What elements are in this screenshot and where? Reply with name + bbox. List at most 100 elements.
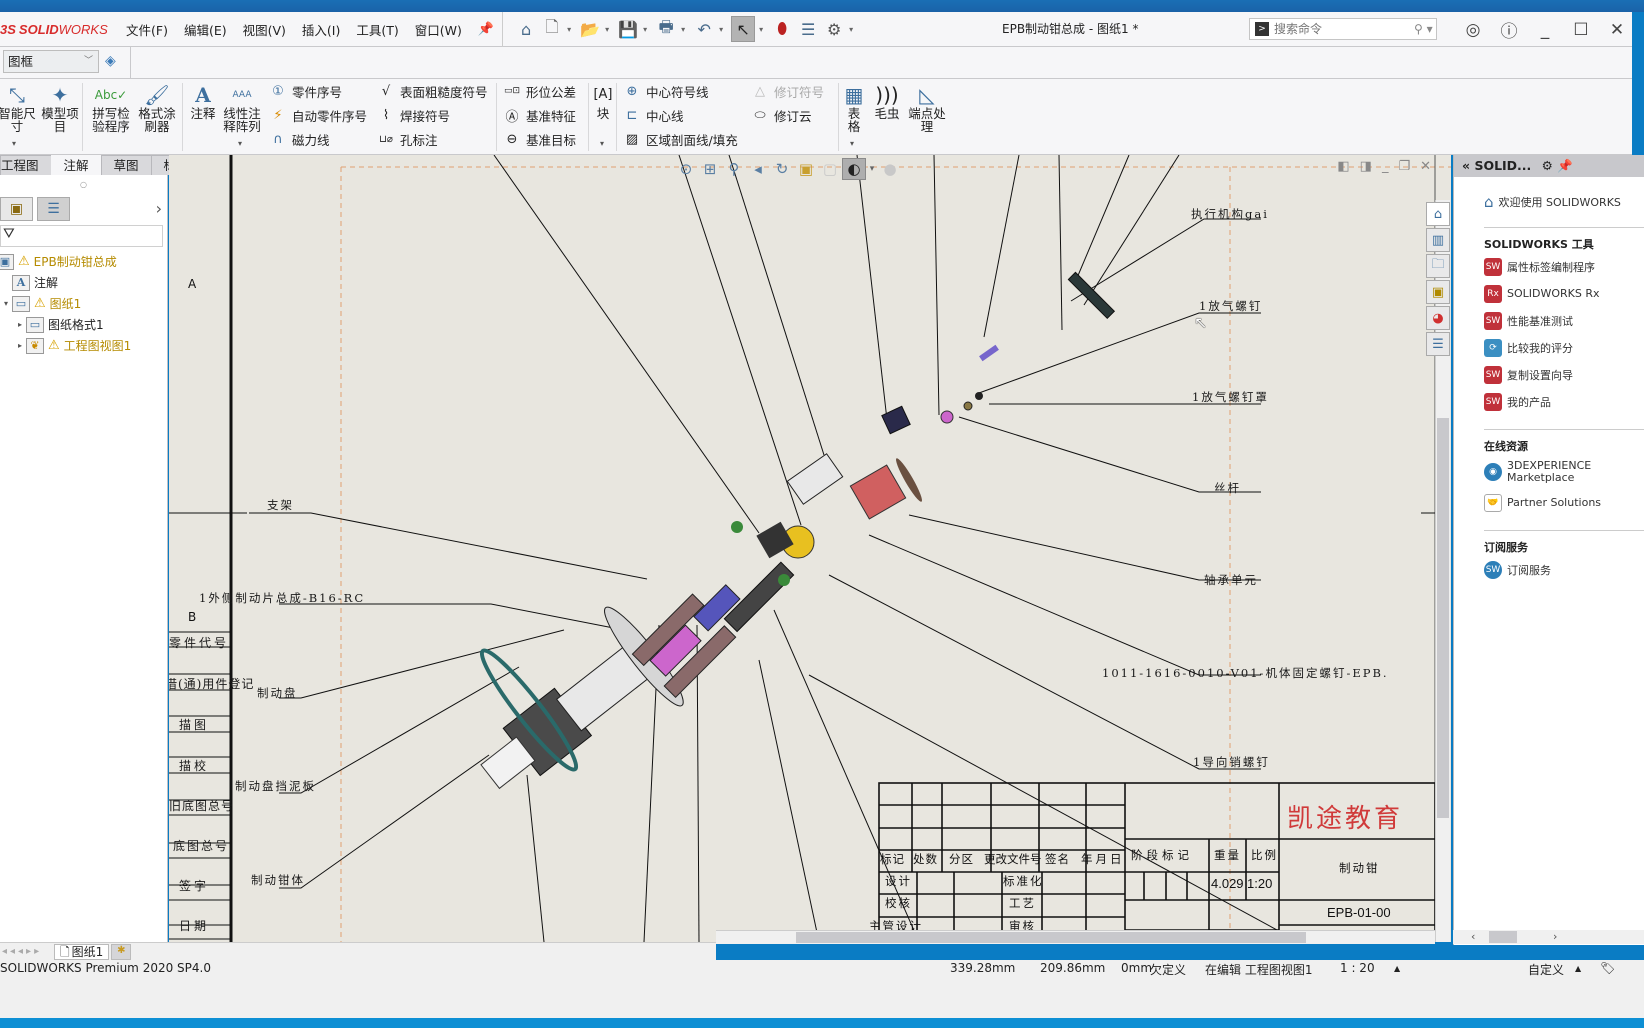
datum-target-button[interactable]: ⊖ 基准目标 xyxy=(502,129,576,149)
gdt-button[interactable]: ▭⊡ 形位公差 xyxy=(502,81,576,101)
tool-compare-score[interactable]: ⟳ 比较我的评分 xyxy=(1484,334,1644,361)
help-icon[interactable]: ⓘ xyxy=(1491,17,1527,42)
horizontal-scrollbar[interactable] xyxy=(716,930,1435,944)
revision-cloud-button[interactable]: ⬭ 修订云 xyxy=(750,105,811,125)
select-cursor-icon[interactable]: ↖ xyxy=(731,16,756,42)
end-treatment-button[interactable]: ◺ 端点处理 xyxy=(906,83,948,133)
note-button[interactable]: A 注释 xyxy=(188,83,218,120)
zoom-in-out-icon[interactable]: ⚲ xyxy=(722,158,746,180)
hide-show-items-icon[interactable]: ◐ xyxy=(842,158,866,180)
scroll-thumb[interactable] xyxy=(1489,931,1517,943)
block-button[interactable]: [A] 块 xyxy=(592,83,614,120)
note-bearing-unit[interactable]: 轴承单元 xyxy=(1204,572,1258,588)
layer-select[interactable]: 图框 ﹀ xyxy=(3,50,99,73)
tab-annotation[interactable]: 注解 xyxy=(50,155,102,175)
print-dropdown[interactable]: ▾ xyxy=(681,25,685,34)
menu-file[interactable]: 文件(F) xyxy=(118,20,176,39)
smart-dimension-button[interactable]: ⤡ 智能尺寸 xyxy=(0,83,36,133)
search-icon[interactable]: ⚲ ▾ xyxy=(1414,22,1433,36)
canvas-close-button[interactable]: ✕ xyxy=(1420,159,1431,174)
canvas-minimize-button[interactable]: _ xyxy=(1382,159,1389,174)
previous-view-icon[interactable]: ◂ xyxy=(746,158,770,180)
linear-note-pattern-dropdown[interactable]: ▾ xyxy=(238,139,242,148)
revision-symbol-button[interactable]: △ 修订符号 xyxy=(750,81,824,101)
menu-edit[interactable]: 编辑(E) xyxy=(176,20,235,39)
property-manager-tab-icon[interactable]: ☰ xyxy=(37,197,70,221)
open-dropdown[interactable]: ▾ xyxy=(605,25,609,34)
linear-note-pattern-button[interactable]: AAA 线性注释阵列 xyxy=(222,83,262,133)
table-button[interactable]: ▦ 表格 xyxy=(842,83,866,133)
note-brake-disc[interactable]: 制动盘 xyxy=(257,685,298,701)
note-spindle[interactable]: 丝杆 xyxy=(1214,480,1241,496)
maximize-button[interactable]: ☐ xyxy=(1563,20,1599,40)
note-body-fixing-screw[interactable]: 1011-1616-0010-V01-机体固定螺钉-EPB. xyxy=(1102,665,1389,681)
rebuild-traffic-light-icon[interactable]: ⬮ xyxy=(771,18,793,40)
options-gear-icon[interactable]: ⚙ xyxy=(823,18,845,40)
zoom-to-area-icon[interactable]: ⊞ xyxy=(698,158,722,180)
view-settings-icon[interactable]: ▣ xyxy=(794,158,818,180)
home-icon[interactable]: ⌂ xyxy=(515,18,537,40)
tree-item-root[interactable]: ▣ ⚠ EPB制动钳总成 xyxy=(0,251,168,272)
link-partner-solutions[interactable]: 🤝 Partner Solutions xyxy=(1484,489,1644,516)
note-bracket[interactable]: 支架 xyxy=(267,497,294,513)
note-bleed-screw[interactable]: 1放气螺钉 xyxy=(1199,298,1262,314)
search-commands[interactable]: > ⚲ ▾ xyxy=(1249,18,1437,40)
print-icon[interactable]: 🖶 xyxy=(655,17,677,40)
file-explorer-tab-icon[interactable]: 🗀 xyxy=(1426,254,1450,278)
options-dropdown[interactable]: ▾ xyxy=(849,25,853,34)
hairline-button[interactable]: ))) 毛虫 xyxy=(872,83,902,120)
surface-finish-button[interactable]: √ 表面粗糙度符号 xyxy=(376,81,488,101)
scroll-right-icon[interactable]: › xyxy=(1553,930,1557,943)
feature-manager-tab-icon[interactable]: ▣ xyxy=(0,197,33,221)
canvas-restore-button[interactable]: ❐ xyxy=(1398,159,1410,174)
tool-solidworks-rx[interactable]: Rx SOLIDWORKS Rx xyxy=(1484,280,1644,307)
account-icon[interactable]: ◎ xyxy=(1455,20,1491,40)
tool-copy-settings-wizard[interactable]: SW 复制设置向导 xyxy=(1484,361,1644,388)
menu-view[interactable]: 视图(V) xyxy=(235,20,294,39)
next-sheet-icon[interactable]: ◨ xyxy=(1360,159,1372,174)
scale-up-arrow-icon[interactable]: ▲ xyxy=(1394,964,1400,973)
task-pane-scrollbar[interactable]: ‹ › xyxy=(1453,930,1644,944)
expand-icon[interactable]: ▸ xyxy=(14,320,26,329)
undo-icon[interactable]: ↶ xyxy=(693,18,715,40)
open-folder-icon[interactable]: 📂 xyxy=(579,18,601,40)
model-items-button[interactable]: ✦ 模型项目 xyxy=(40,83,80,133)
spell-check-button[interactable]: Abc✓ 拼写检验程序 xyxy=(90,83,132,133)
note-disc-dust-shield[interactable]: 制动盘挡泥板 xyxy=(235,778,316,794)
collapse-pane-icon[interactable]: « xyxy=(1462,158,1470,173)
zoom-to-fit-icon[interactable]: ⊙ xyxy=(674,158,698,180)
format-painter-button[interactable]: 🖌 格式涂刷器 xyxy=(136,83,178,133)
tree-item-sheet[interactable]: ▾ ▭ ⚠ 图纸1 xyxy=(0,293,168,314)
save-icon[interactable]: 💾 xyxy=(617,18,639,40)
datum-feature-button[interactable]: Ⓐ 基准特征 xyxy=(502,105,576,125)
menu-window[interactable]: 窗口(W) xyxy=(407,20,470,39)
appearance-icon[interactable]: ● xyxy=(878,158,902,180)
save-dropdown[interactable]: ▾ xyxy=(643,25,647,34)
tab-sketch[interactable]: 草图 xyxy=(100,155,152,175)
magnetic-line-button[interactable]: ∩ 磁力线 xyxy=(268,129,329,149)
panel-grip[interactable]: ○ xyxy=(0,175,167,195)
rebuild-icon[interactable]: ↻ xyxy=(770,158,794,180)
area-hatch-button[interactable]: ▨ 区域剖面线/填充 xyxy=(622,129,738,149)
tab-drawing[interactable]: 工程图 xyxy=(0,155,52,175)
pin-menu-icon[interactable]: 📌 xyxy=(478,22,494,37)
link-3dexperience-marketplace[interactable]: ◉ 3DEXPERIENCE Marketplace xyxy=(1484,455,1644,489)
design-library-tab-icon[interactable]: ▥ xyxy=(1426,228,1450,252)
tool-my-products[interactable]: SW 我的产品 xyxy=(1484,388,1644,415)
hole-callout-button[interactable]: ⊔⌀ 孔标注 xyxy=(376,129,437,149)
tool-property-tab-builder[interactable]: SW 属性标签编制程序 xyxy=(1484,253,1644,280)
appearances-tab-icon[interactable]: ◕ xyxy=(1426,306,1450,330)
tree-item-annotations[interactable]: A 注解 xyxy=(0,272,168,293)
solidworks-logo[interactable]: 3S SOLID WORKS xyxy=(0,22,118,37)
note-actuator-cap[interactable]: 执行机构gai xyxy=(1191,206,1269,222)
expand-icon[interactable]: ▸ xyxy=(14,341,26,350)
undo-dropdown[interactable]: ▾ xyxy=(719,25,723,34)
status-sheet-scale[interactable]: 1 : 20 xyxy=(1340,961,1375,975)
collapse-icon[interactable]: ▾ xyxy=(0,299,12,308)
balloon-button[interactable]: ① 零件序号 xyxy=(268,81,342,101)
task-pane-pin-icon[interactable]: 📌 xyxy=(1557,158,1573,173)
resources-home-tab-icon[interactable]: ⌂ xyxy=(1426,202,1450,226)
previous-sheet-icon[interactable]: ◧ xyxy=(1337,159,1349,174)
block-dropdown[interactable]: ▾ xyxy=(600,139,604,148)
task-pane-gear-icon[interactable]: ⚙ xyxy=(1542,158,1553,173)
